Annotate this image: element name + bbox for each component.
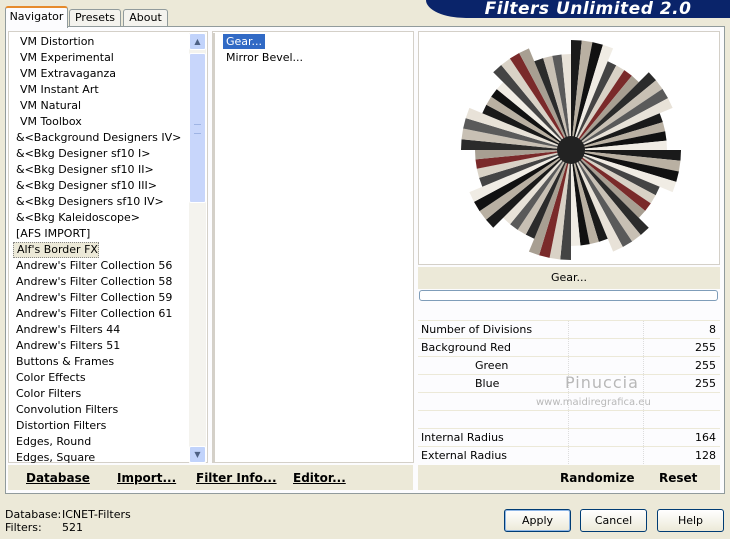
- slider-tick: [643, 357, 644, 374]
- database-label: Database:: [5, 508, 62, 521]
- filters-label: Filters:: [5, 521, 42, 534]
- slider-tick: [568, 411, 569, 428]
- category-item[interactable]: VM Natural: [17, 98, 81, 114]
- category-item[interactable]: Color Effects: [13, 370, 86, 386]
- progress-bar: [419, 290, 718, 301]
- parameter-label: Number of Divisions: [421, 323, 533, 336]
- parameter-label: External Radius: [421, 449, 508, 462]
- parameter-value: 255: [695, 377, 716, 390]
- parameter-value: 164: [695, 431, 716, 444]
- category-item[interactable]: &<Bkg Designer sf10 III>: [13, 178, 157, 194]
- category-item[interactable]: Edges, Round: [13, 434, 91, 450]
- filter-info-button[interactable]: Filter Info...: [196, 471, 277, 485]
- parameter-row[interactable]: Internal Radius 164: [418, 428, 720, 446]
- category-item[interactable]: [AFS IMPORT]: [13, 226, 90, 242]
- reset-button[interactable]: Reset: [659, 471, 697, 485]
- filter-item[interactable]: Gear...: [223, 34, 266, 49]
- scroll-thumb[interactable]: [189, 53, 206, 203]
- category-item[interactable]: &<Bkg Kaleidoscope>: [13, 210, 140, 226]
- category-item[interactable]: Andrew's Filters 44: [13, 322, 120, 338]
- parameter-row[interactable]: [418, 410, 720, 428]
- category-scrollbar[interactable]: ▲ ▼: [189, 33, 206, 463]
- slider-tick: [643, 429, 644, 446]
- category-item[interactable]: Andrew's Filter Collection 56: [13, 258, 172, 274]
- scroll-up-button[interactable]: ▲: [189, 33, 206, 50]
- watermark-url: www.maidiregrafica.eu: [536, 397, 651, 408]
- parameter-label: Blue: [475, 377, 500, 390]
- category-item[interactable]: Distortion Filters: [13, 418, 106, 434]
- category-item[interactable]: VM Experimental: [17, 50, 114, 66]
- slider-tick: [643, 411, 644, 428]
- apply-button[interactable]: Apply: [504, 509, 571, 532]
- title-banner: Filters Unlimited 2.0: [426, 0, 730, 19]
- category-item[interactable]: Andrew's Filters 51: [13, 338, 120, 354]
- parameter-row[interactable]: Number of Divisions 8: [418, 320, 720, 338]
- cancel-button[interactable]: Cancel: [580, 509, 647, 532]
- slider-tick: [643, 375, 644, 392]
- category-item[interactable]: VM Toolbox: [17, 114, 82, 130]
- tab-navigator[interactable]: Navigator: [5, 6, 68, 28]
- database-value: ICNET-Filters: [62, 508, 131, 521]
- slider-tick: [568, 447, 569, 464]
- category-item[interactable]: Andrew's Filter Collection 58: [13, 274, 172, 290]
- filter-category-list[interactable]: VM Distortion VM Experimental VM Extravaga…: [8, 31, 208, 466]
- chevron-down-icon: ▼: [194, 450, 201, 459]
- filter-list-scrollbar[interactable]: [212, 33, 215, 463]
- category-item[interactable]: &<Bkg Designer sf10 II>: [13, 162, 154, 178]
- category-item[interactable]: VM Distortion: [17, 34, 94, 50]
- tab-about[interactable]: About: [123, 9, 168, 27]
- selected-filter-name: Gear...: [418, 267, 720, 289]
- preview-pane: [418, 31, 720, 265]
- tab-presets[interactable]: Presets: [69, 9, 121, 27]
- chevron-up-icon: ▲: [194, 37, 201, 46]
- parameter-label: Background Red: [421, 341, 512, 354]
- slider-tick: [643, 321, 644, 338]
- gear-center: [557, 136, 585, 164]
- slider-tick: [643, 447, 644, 464]
- category-item[interactable]: Edges, Square: [13, 450, 95, 466]
- category-item[interactable]: Andrew's Filter Collection 61: [13, 306, 172, 322]
- filters-count: 521: [62, 521, 83, 534]
- parameter-row[interactable]: External Radius 128: [418, 446, 720, 464]
- slider-tick: [568, 429, 569, 446]
- gear-rays: [461, 40, 681, 260]
- slider-tick: [568, 357, 569, 374]
- scroll-down-button[interactable]: ▼: [189, 446, 206, 463]
- editor-button[interactable]: Editor...: [293, 471, 346, 485]
- category-item[interactable]: &<Bkg Designers sf10 IV>: [13, 194, 164, 210]
- database-button[interactable]: Database: [26, 471, 90, 485]
- category-item[interactable]: VM Extravaganza: [17, 66, 116, 82]
- preview-image: [461, 40, 681, 260]
- watermark-name: Pinuccia: [565, 373, 639, 392]
- filter-item[interactable]: Mirror Bevel...: [223, 50, 306, 65]
- slider-tick: [643, 339, 644, 356]
- filter-list[interactable]: Gear... Mirror Bevel...: [212, 31, 414, 463]
- parameter-label: Internal Radius: [421, 431, 504, 444]
- category-item[interactable]: Buttons & Frames: [13, 354, 114, 370]
- category-item[interactable]: Alf's Border FX: [13, 242, 99, 258]
- parameter-value: 128: [695, 449, 716, 462]
- category-item[interactable]: &<Bkg Designer sf10 I>: [13, 146, 151, 162]
- slider-tick: [568, 339, 569, 356]
- slider-tick: [568, 321, 569, 338]
- category-item[interactable]: Andrew's Filter Collection 59: [13, 290, 172, 306]
- category-item[interactable]: &<Background Designers IV>: [13, 130, 181, 146]
- import-button[interactable]: Import...: [117, 471, 176, 485]
- help-button[interactable]: Help: [657, 509, 724, 532]
- randomize-button[interactable]: Randomize: [560, 471, 634, 485]
- app-title: Filters Unlimited 2.0: [484, 0, 692, 19]
- parameter-value: 8: [709, 323, 716, 336]
- parameter-label: Green: [475, 359, 509, 372]
- parameter-value: 255: [695, 359, 716, 372]
- category-item[interactable]: VM Instant Art: [17, 82, 99, 98]
- category-item[interactable]: Convolution Filters: [13, 402, 118, 418]
- category-item[interactable]: Color Filters: [13, 386, 81, 402]
- parameter-row[interactable]: Green 255: [418, 356, 720, 374]
- parameter-value: 255: [695, 341, 716, 354]
- parameter-row[interactable]: Background Red 255: [418, 338, 720, 356]
